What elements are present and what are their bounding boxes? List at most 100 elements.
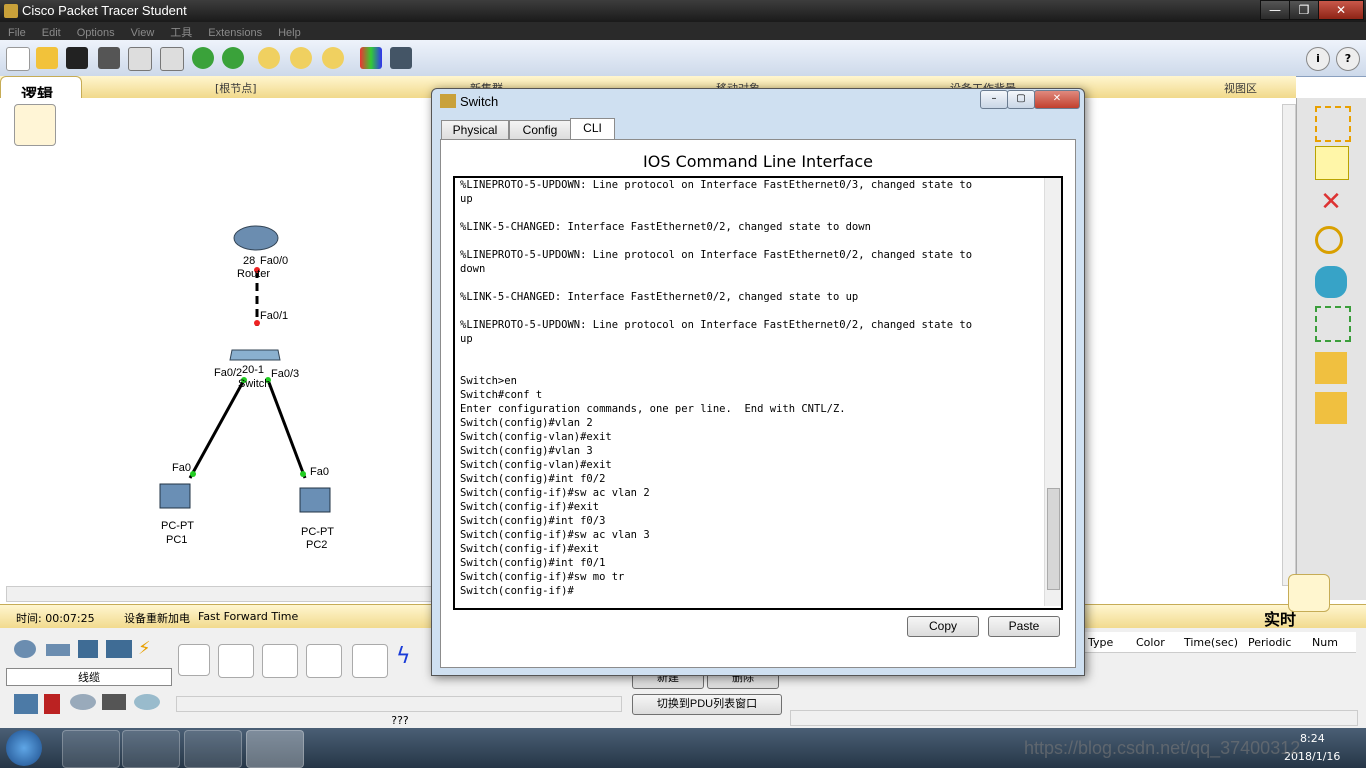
pc2-name-label: PC2 (306, 539, 328, 551)
menu-tools[interactable]: 工具 (170, 24, 192, 40)
crossover-cable-icon[interactable] (306, 644, 342, 678)
close-button[interactable]: ✕ (1318, 0, 1364, 20)
connections-icon[interactable]: ⚡ (138, 640, 162, 658)
cli-line (460, 206, 1040, 220)
menu-edit[interactable]: Edit (42, 27, 61, 39)
custom-device-icon[interactable] (390, 47, 412, 69)
maximize-button[interactable]: ❐ (1289, 0, 1319, 20)
custom-devices-icon[interactable] (102, 694, 126, 710)
dialog-close-button[interactable]: ✕ (1034, 90, 1080, 109)
draw-shape-icon[interactable] (1315, 266, 1347, 298)
info-icon[interactable]: i (1306, 47, 1330, 71)
switches-icon[interactable] (46, 644, 70, 656)
print-icon[interactable] (98, 47, 120, 69)
menu-view[interactable]: View (131, 27, 155, 39)
copy-icon[interactable] (160, 47, 184, 71)
workspace-vertical-scrollbar[interactable] (1282, 104, 1296, 586)
minimize-button[interactable]: — (1260, 0, 1290, 20)
add-complex-pdu-icon[interactable] (1315, 392, 1347, 424)
cli-line (460, 276, 1040, 290)
menu-help[interactable]: Help (278, 27, 301, 39)
device-category-icons[interactable]: ⚡ (14, 640, 164, 664)
app-title: Cisco Packet Tracer Student (22, 3, 187, 18)
browser-taskbar-icon[interactable] (62, 730, 120, 768)
zoom-out-icon[interactable] (322, 47, 344, 69)
cli-line: Switch(config-if)#exit (460, 543, 600, 555)
tab-config[interactable]: Config (509, 120, 571, 140)
paste-button[interactable]: Paste (988, 616, 1060, 637)
dialog-minimize-button[interactable]: – (980, 90, 1008, 109)
clock-time[interactable]: 8:24 (1300, 732, 1325, 745)
redo-icon[interactable] (222, 47, 244, 69)
copy-button[interactable]: Copy (907, 616, 979, 637)
cable-list-scrollbar[interactable] (176, 696, 622, 712)
cli-scroll-thumb[interactable] (1047, 488, 1060, 590)
switch-model-label: 20-1 (242, 364, 265, 376)
place-note-icon[interactable] (1315, 146, 1349, 180)
zoom-in-icon[interactable] (258, 47, 280, 69)
cli-output[interactable]: %LINEPROTO-5-UPDOWN: Line protocol on In… (460, 178, 1040, 606)
cli-line: %LINEPROTO-5-UPDOWN: Line protocol on In… (460, 249, 973, 261)
security-icon[interactable] (44, 694, 60, 714)
serial-cable-icon[interactable]: ϟ (396, 644, 422, 676)
open-icon[interactable] (36, 47, 58, 69)
switch-dialog: Switch – ▢ ✕ Physical Config CLI IOS Com… (431, 88, 1085, 676)
file-explorer-taskbar-icon[interactable] (122, 730, 180, 768)
end-devices-icon[interactable] (14, 694, 38, 714)
menu-extensions[interactable]: Extensions (208, 27, 262, 39)
viewport-button[interactable]: 视图区 (1224, 80, 1257, 96)
pc1-type-label: PC-PT (161, 520, 194, 532)
pdu-list-header: Type Color Time(sec) Periodic Num (1082, 632, 1356, 653)
pdu-col-time: Time(sec) (1184, 636, 1239, 649)
routers-icon[interactable] (14, 640, 36, 658)
pdu-list-scrollbar[interactable] (790, 710, 1358, 726)
fiber-cable-icon[interactable] (352, 644, 388, 678)
straight-through-cable-icon[interactable] (262, 644, 298, 678)
select-icon[interactable] (1315, 106, 1351, 142)
wan-emulation-icon[interactable] (70, 694, 96, 710)
add-simple-pdu-icon[interactable] (1315, 352, 1347, 384)
pc2-type-label: PC-PT (301, 526, 334, 538)
toggle-pdu-list-button[interactable]: 切换到PDU列表窗口 (632, 694, 782, 715)
realtime-clock-icon[interactable] (1288, 574, 1330, 612)
activity-wizard-icon[interactable] (128, 47, 152, 71)
workspace-horizontal-scrollbar[interactable] (6, 586, 432, 602)
dialog-maximize-button[interactable]: ▢ (1007, 90, 1035, 109)
tab-cli[interactable]: CLI (570, 118, 615, 141)
menu-options[interactable]: Options (77, 27, 115, 39)
palette-icon[interactable] (360, 47, 382, 69)
pc1-name-label: PC1 (166, 534, 188, 546)
router-name-label: Router (237, 268, 271, 280)
save-icon[interactable] (66, 47, 88, 69)
wireless-icon[interactable] (106, 640, 132, 658)
cli-line: up (460, 193, 473, 205)
cli-scrollbar[interactable] (1044, 178, 1061, 606)
switch-name-label: Switch (238, 378, 271, 390)
hubs-icon[interactable] (78, 640, 98, 658)
delete-icon[interactable]: ✕ (1315, 186, 1347, 218)
inspect-icon[interactable] (1315, 226, 1343, 254)
root-node-link[interactable]: [根节点] (215, 80, 257, 96)
console-cable-icon[interactable] (218, 644, 254, 678)
tab-physical[interactable]: Physical (441, 120, 509, 140)
end-device-icons[interactable] (14, 694, 164, 718)
power-cycle-button[interactable]: 设备重新加电 (124, 610, 190, 626)
pdu-col-type: Type (1088, 636, 1114, 649)
device-category-label: 线缆 (6, 668, 172, 686)
multiuser-icon[interactable] (134, 694, 160, 710)
resize-shape-icon[interactable] (1315, 306, 1351, 342)
main-toolbar: i ? (0, 40, 1366, 77)
help-icon[interactable]: ? (1336, 47, 1360, 71)
fast-forward-button[interactable]: Fast Forward Time (198, 610, 298, 623)
menu-file[interactable]: File (8, 27, 26, 39)
writer-taskbar-icon[interactable] (184, 730, 242, 768)
zoom-reset-icon[interactable] (290, 47, 312, 69)
cli-line: %LINK-5-CHANGED: Interface FastEthernet0… (460, 221, 871, 233)
cli-console[interactable]: %LINEPROTO-5-UPDOWN: Line protocol on In… (453, 176, 1063, 610)
packet-tracer-taskbar-icon[interactable] (246, 730, 304, 768)
new-icon[interactable] (6, 47, 30, 71)
start-button[interactable] (6, 730, 42, 766)
auto-cable-icon[interactable] (178, 644, 210, 676)
undo-icon[interactable] (192, 47, 214, 69)
pc1-port-label: Fa0 (172, 462, 191, 474)
